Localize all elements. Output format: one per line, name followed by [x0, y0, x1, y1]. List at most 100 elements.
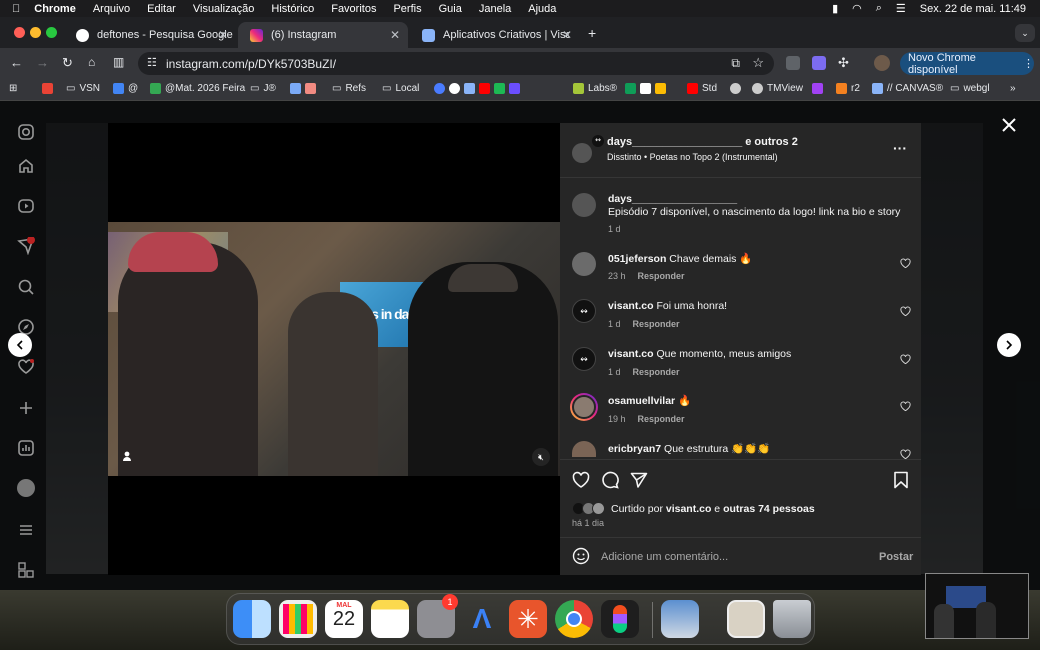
tab-search-button[interactable]: ⌄	[1015, 24, 1035, 42]
address-bar[interactable]: ☷ instagram.com/p/DYk5703BuZI/ ⧉ ☆	[138, 52, 774, 75]
post-time[interactable]: há 1 dia	[572, 518, 604, 528]
control-center-icon[interactable]: ☰	[896, 2, 906, 15]
comment-username[interactable]: visant.co	[608, 348, 654, 360]
preview-icon[interactable]	[661, 600, 699, 638]
search-icon[interactable]: ⌕	[876, 2, 882, 15]
reply-button[interactable]: Responder	[633, 319, 680, 329]
site-info-icon[interactable]: ☷	[147, 56, 157, 69]
heart-icon[interactable]	[900, 401, 911, 412]
new-tab-button[interactable]: +	[588, 25, 596, 41]
downloads-stack-icon[interactable]	[727, 600, 765, 638]
more-icon[interactable]: ⋮	[1023, 57, 1034, 70]
tab-instagram[interactable]: (6) Instagram ✕	[238, 22, 408, 48]
bookmark-tmview[interactable]: TMView	[752, 83, 803, 94]
heart-icon[interactable]	[900, 306, 911, 317]
install-app-icon[interactable]: ⧉	[731, 56, 740, 71]
likes-summary[interactable]: Curtido por visant.co e outras 74 pessoa…	[611, 503, 815, 515]
launchpad-icon[interactable]	[279, 600, 317, 638]
comment-avatar[interactable]	[572, 441, 596, 457]
liked-by-others[interactable]: outras 74 pessoas	[723, 503, 815, 515]
bookmark-purple[interactable]	[812, 83, 823, 94]
menu-guia[interactable]: Guia	[439, 3, 462, 15]
menubar-datetime[interactable]: Sex. 22 de mai. 11:49	[920, 3, 1026, 15]
tab-google[interactable]: deftones - Pesquisa Google ✕	[64, 22, 236, 48]
mute-icon[interactable]: 🔇︎	[532, 448, 550, 466]
reels-icon[interactable]	[17, 197, 35, 215]
bookmark-favicons[interactable]	[434, 83, 520, 94]
home-icon[interactable]	[17, 157, 35, 175]
close-icon[interactable]: ✕	[562, 28, 572, 42]
heart-icon[interactable]	[900, 258, 911, 269]
coauthors-label[interactable]: e outros 2	[742, 136, 798, 148]
author-avatar[interactable]	[572, 143, 592, 163]
comment-avatar[interactable]	[572, 252, 596, 276]
comment-username[interactable]: osamuellvilar	[608, 395, 675, 407]
close-icon[interactable]: ✕	[218, 28, 228, 42]
menu-visualizacao[interactable]: Visualização	[193, 3, 255, 15]
bookmarks-overflow-icon[interactable]: »	[1010, 83, 1016, 94]
emoji-icon[interactable]	[572, 547, 590, 565]
audio-label[interactable]: Disstinto • Poetas no Topo 2 (Instrument…	[607, 152, 778, 162]
figma-icon[interactable]	[601, 600, 639, 638]
extension-icon[interactable]	[786, 56, 800, 70]
search-icon[interactable]	[17, 278, 35, 296]
tab-visant[interactable]: Aplicativos Criativos | Visant ✕	[410, 22, 580, 48]
user-tag-icon[interactable]	[122, 451, 132, 461]
close-icon[interactable]	[1002, 118, 1016, 132]
bookmark-refs[interactable]: ▭ Refs	[332, 83, 366, 94]
home-icon[interactable]: ⌂	[88, 55, 95, 69]
menu-editar[interactable]: Editar	[147, 3, 176, 15]
comment-username[interactable]: 051jeferson	[608, 253, 666, 265]
profile-avatar[interactable]	[874, 55, 890, 71]
menu-favoritos[interactable]: Favoritos	[331, 3, 376, 15]
bookmark-favicons-2[interactable]	[625, 83, 666, 94]
bookmark-j[interactable]: ▭ J®	[250, 83, 276, 94]
bookmark-vsn[interactable]: ▭ VSN	[66, 83, 100, 94]
bookmark-local[interactable]: ▭ Local	[382, 83, 419, 94]
forward-icon[interactable]: →	[36, 55, 49, 70]
next-post-button[interactable]	[997, 333, 1021, 357]
close-icon[interactable]: ✕	[390, 28, 400, 42]
battery-icon[interactable]: ▮	[832, 2, 838, 15]
update-chrome-button[interactable]: Novo Chrome disponível ⋮	[900, 52, 1034, 76]
dashboard-icon[interactable]	[17, 439, 35, 457]
menu-perfis[interactable]: Perfis	[393, 3, 421, 15]
caption-avatar[interactable]	[572, 193, 596, 217]
bookmark-misc[interactable]	[730, 83, 741, 94]
comment-avatar[interactable]: ↭	[572, 347, 596, 371]
bookmark-icons[interactable]	[290, 83, 316, 94]
comment-input[interactable]: Adicione um comentário...	[601, 551, 728, 563]
more-icon[interactable]: ···	[893, 140, 907, 156]
apps-grid-icon[interactable]: ⊞	[9, 83, 17, 94]
bookmark-canvas[interactable]: // CANVAS®	[872, 83, 943, 94]
comment-icon[interactable]	[601, 471, 619, 489]
window-minimize-button[interactable]	[30, 27, 41, 38]
reply-button[interactable]: Responder	[633, 367, 680, 377]
url-text[interactable]: instagram.com/p/DYk5703BuZI/	[166, 57, 336, 71]
heart-icon[interactable]	[900, 354, 911, 365]
menu-historico[interactable]: Histórico	[271, 3, 314, 15]
window-zoom-button[interactable]	[46, 27, 57, 38]
claude-icon[interactable]: ✳	[509, 600, 547, 638]
profile-avatar[interactable]	[17, 479, 35, 497]
share-icon[interactable]	[630, 471, 648, 489]
menu-arquivo[interactable]: Arquivo	[93, 3, 130, 15]
bookmark-r2[interactable]: r2	[836, 83, 860, 94]
instagram-logo-icon[interactable]	[17, 123, 35, 141]
post-video[interactable]: days in days 🔇︎	[108, 222, 560, 476]
side-panel-icon[interactable]: ▥	[113, 55, 124, 69]
comment-username[interactable]: ericbryan7	[608, 443, 661, 455]
window-close-button[interactable]	[14, 27, 25, 38]
menu-janela[interactable]: Janela	[479, 3, 511, 15]
calendar-icon[interactable]: MAL 22	[325, 600, 363, 638]
bookmark-std[interactable]: Std	[687, 83, 717, 94]
extensions-puzzle-icon[interactable]: ✣	[838, 55, 849, 71]
bookmark-icon[interactable]	[893, 471, 909, 489]
messages-icon[interactable]	[17, 237, 35, 255]
extension-icon[interactable]	[812, 56, 826, 70]
menu-app-name[interactable]: Chrome	[34, 3, 76, 15]
bookmark-webgl[interactable]: ▭ webgl	[950, 83, 990, 94]
wifi-icon[interactable]: ◠	[852, 2, 862, 15]
chrome-icon[interactable]	[555, 600, 593, 638]
bookmark-labs[interactable]: Labs®	[573, 83, 617, 94]
